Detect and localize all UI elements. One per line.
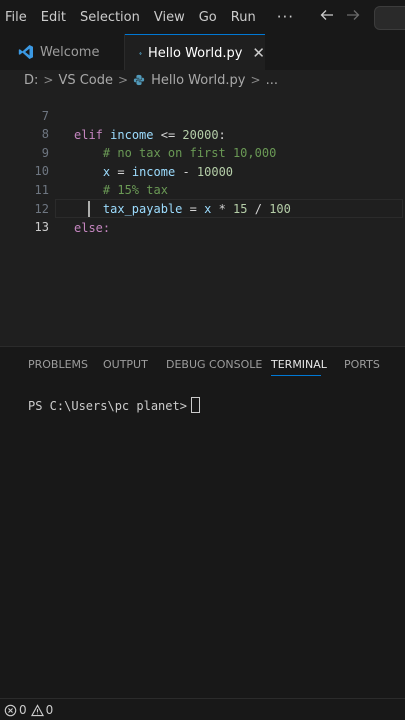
code-line: 9 x = income - 10000 xyxy=(0,125,405,179)
menu-edit[interactable]: Edit xyxy=(34,0,73,34)
code-line: 8 # no tax on first 10,000 xyxy=(0,106,405,160)
code-line: 10 # 15% tax xyxy=(0,143,405,197)
breadcrumb-drive[interactable]: D: xyxy=(0,73,40,88)
error-count: 0 xyxy=(19,703,27,717)
warning-icon xyxy=(30,703,44,716)
code-line: 13 xyxy=(0,199,405,234)
breadcrumb-symbols[interactable]: ... xyxy=(264,73,280,88)
tab-label: Welcome xyxy=(40,44,100,60)
arrow-right-icon[interactable] xyxy=(346,7,360,26)
editor-tab-bar: Welcome Hello World.py ✕ xyxy=(0,34,405,71)
error-icon xyxy=(4,704,17,716)
close-icon[interactable]: ✕ xyxy=(252,44,265,62)
terminal-prompt[interactable]: PS C:\Users\pc planet> xyxy=(28,397,200,413)
vscode-window: File Edit Selection View Go Run ··· Welc… xyxy=(0,0,405,720)
code-line: 11 tax_payable = x * 15 / 100 xyxy=(0,162,405,216)
tab-ports[interactable]: PORTS xyxy=(344,347,380,383)
tab-welcome[interactable]: Welcome xyxy=(0,34,125,70)
breadcrumb: D: > VS Code > Hello World.py > ... xyxy=(0,70,405,90)
terminal-cursor xyxy=(190,397,200,413)
tab-hello-world-py[interactable]: Hello World.py ✕ xyxy=(125,34,265,71)
panel-tab-bar: PROBLEMS OUTPUT DEBUG CONSOLE TERMINAL P… xyxy=(0,347,405,383)
vscode-logo-icon xyxy=(18,45,33,59)
text-cursor xyxy=(88,201,90,217)
status-bar: 0 0 xyxy=(0,698,405,720)
tab-problems[interactable]: PROBLEMS xyxy=(28,347,88,383)
command-center-search[interactable] xyxy=(374,6,405,30)
chevron-right-icon: > xyxy=(43,73,54,87)
menu-run[interactable]: Run xyxy=(224,0,263,34)
python-icon xyxy=(133,74,145,86)
active-tab-indicator xyxy=(271,375,321,376)
bottom-panel: PROBLEMS OUTPUT DEBUG CONSOLE TERMINAL P… xyxy=(0,346,405,699)
tab-output[interactable]: OUTPUT xyxy=(103,347,148,383)
menu-file[interactable]: File xyxy=(0,0,34,34)
code-editor[interactable]: 7 elif income <= 20000: 8 # no tax on fi… xyxy=(0,90,405,346)
menu-view[interactable]: View xyxy=(147,0,192,34)
arrow-left-icon[interactable] xyxy=(320,7,334,26)
code-line: 12 else: xyxy=(0,181,405,235)
problems-status[interactable]: 0 0 xyxy=(4,703,53,717)
tab-label: Hello World.py xyxy=(148,45,243,61)
menu-more-icon[interactable]: ··· xyxy=(263,0,301,34)
tab-terminal[interactable]: TERMINAL xyxy=(271,347,327,383)
python-icon xyxy=(139,51,142,55)
warning-count: 0 xyxy=(45,703,54,717)
tab-debug-console[interactable]: DEBUG CONSOLE xyxy=(166,347,262,383)
code-text: else: xyxy=(74,221,111,235)
code-line: 7 elif income <= 20000: xyxy=(0,90,405,142)
breadcrumb-file[interactable]: Hello World.py xyxy=(149,73,247,88)
breadcrumb-folder[interactable]: VS Code xyxy=(56,73,115,88)
chevron-right-icon: > xyxy=(250,73,261,87)
chevron-right-icon: > xyxy=(118,73,129,87)
line-number: 13 xyxy=(34,220,49,234)
terminal-prompt-text: PS C:\Users\pc planet> xyxy=(28,399,187,413)
menu-go[interactable]: Go xyxy=(192,0,224,34)
menu-selection[interactable]: Selection xyxy=(73,0,147,34)
menu-bar: File Edit Selection View Go Run ··· xyxy=(0,0,405,34)
